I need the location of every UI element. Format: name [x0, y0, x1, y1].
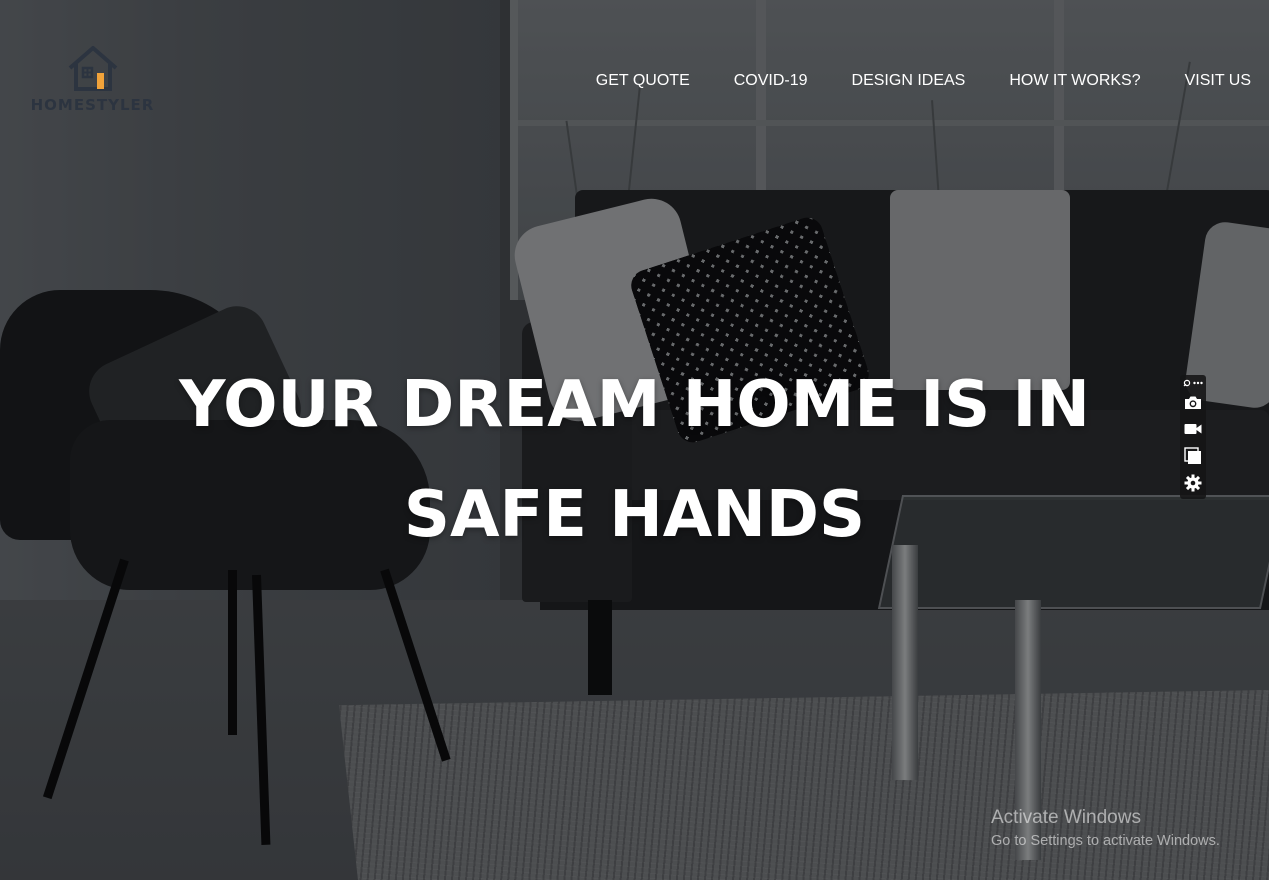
camera-icon: [1185, 396, 1201, 409]
hero-heading-line-1: YOUR DREAM HOME IS IN: [179, 368, 1090, 442]
toolbar-header[interactable]: [1183, 378, 1203, 388]
brand-logo[interactable]: HOMESTYLER: [30, 44, 155, 120]
activate-windows-watermark: Activate Windows Go to Settings to activ…: [991, 806, 1220, 852]
video-camera-icon: [1184, 424, 1202, 434]
screen-capture-toolbar: [1180, 375, 1206, 499]
hero-heading-line-2: SAFE HANDS: [403, 478, 866, 552]
hero-heading: YOUR DREAM HOME IS IN SAFE HANDS: [0, 350, 1269, 570]
nav-link-visit-us[interactable]: VISIT US: [1185, 72, 1251, 90]
video-record-button[interactable]: [1183, 419, 1203, 439]
nav-link-get-quote[interactable]: GET QUOTE: [596, 72, 690, 90]
landing-page: HOMESTYLER GET QUOTE COVID-19 DESIGN IDE…: [0, 0, 1269, 880]
watermark-title: Activate Windows: [991, 807, 1141, 828]
pin-icon: [1183, 379, 1191, 387]
main-nav: GET QUOTE COVID-19 DESIGN IDEAS HOW IT W…: [552, 72, 1251, 90]
gear-icon: [1184, 474, 1202, 492]
more-options-icon: [1193, 381, 1203, 385]
camera-button[interactable]: [1183, 392, 1203, 412]
settings-button[interactable]: [1183, 473, 1203, 493]
house-logo-icon: [68, 46, 117, 91]
brand-name: HOMESTYLER: [30, 96, 155, 114]
window-capture-icon: [1184, 447, 1201, 464]
nav-link-covid-19[interactable]: COVID-19: [734, 72, 808, 90]
nav-link-how-it-works[interactable]: HOW IT WORKS?: [1009, 72, 1140, 90]
watermark-subtitle: Go to Settings to activate Windows.: [991, 833, 1220, 849]
nav-link-design-ideas[interactable]: DESIGN IDEAS: [852, 72, 966, 90]
window-capture-button[interactable]: [1183, 446, 1203, 466]
